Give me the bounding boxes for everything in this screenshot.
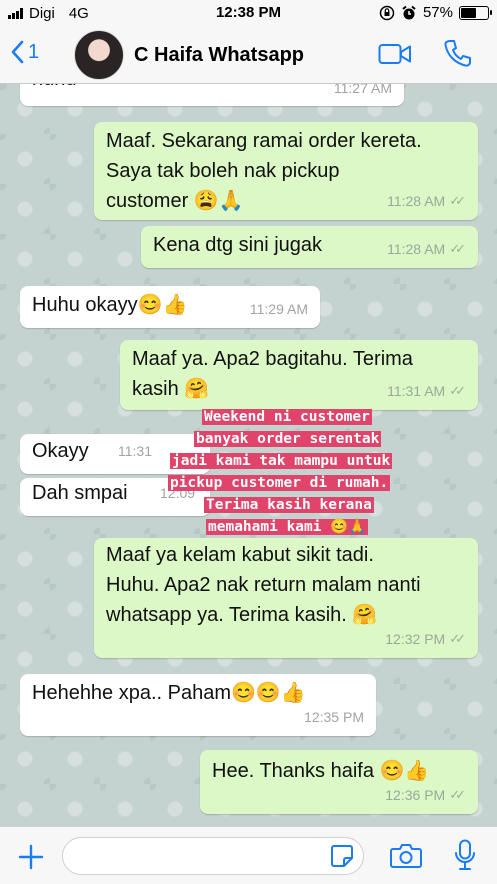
message-line: Huhu. Apa2 nak return malam nanti <box>106 574 421 596</box>
back-count: 1 <box>28 40 40 63</box>
message-time: 12:32 PM <box>385 631 446 647</box>
camera-icon[interactable] <box>390 843 422 869</box>
overlay-line: pickup customer di rumah. <box>168 475 391 491</box>
contact-name[interactable]: C Haifa Whatsapp <box>134 44 304 67</box>
read-ticks-icon: ✓✓ <box>449 787 466 802</box>
back-button[interactable]: 1 <box>10 40 39 64</box>
overlay-line: banyak order serentak <box>194 431 382 447</box>
overlay-line: memahami kami 😊🙏 <box>206 519 369 535</box>
chevron-left-icon <box>11 40 24 64</box>
message-time: 12:35 PM <box>304 709 364 725</box>
microphone-icon[interactable] <box>454 839 476 871</box>
avatar[interactable] <box>74 30 124 80</box>
sticker-icon[interactable] <box>330 844 354 868</box>
chat-area[interactable]: huhu 11:27 AM Maaf. Sekarang ramai order… <box>0 84 497 826</box>
input-bar <box>0 826 497 884</box>
chat-header: 1 C Haifa Whatsapp <box>0 26 497 84</box>
message-bubble-outgoing: Maaf ya kelam kabut sikit tadi. Huhu. Ap… <box>94 538 478 658</box>
message-input[interactable] <box>62 837 364 875</box>
overlay-line: jadi kami tak mampu untuk <box>170 453 393 469</box>
message-text: Hee. Thanks haifa 😊👍 <box>212 760 430 782</box>
battery-percent: 57% <box>422 4 453 21</box>
message-line: Maaf ya kelam kabut sikit tadi. <box>106 544 374 566</box>
alarm-icon <box>402 5 416 19</box>
message-time: 12:36 PM <box>385 787 446 803</box>
message-bubble-incoming: Hehehhe xpa.. Paham😊😊👍 12:35 PM <box>20 674 376 736</box>
overlay-line: Weekend ni customer <box>202 409 372 425</box>
plus-icon[interactable] <box>18 844 44 870</box>
overlay-note: Weekend ni customer banyak order serenta… <box>0 84 497 544</box>
battery-icon <box>459 5 492 20</box>
overlay-line: Terima kasih kerana <box>204 497 374 513</box>
orientation-lock-icon <box>379 5 395 20</box>
phone-call-icon[interactable] <box>444 39 472 69</box>
video-call-icon[interactable] <box>378 42 412 66</box>
message-text: Hehehhe xpa.. Paham😊😊👍 <box>32 682 306 704</box>
status-bar: Digi 4G 12:38 PM 57% <box>0 0 497 26</box>
message-bubble-outgoing: Hee. Thanks haifa 😊👍 12:36 PM ✓✓ <box>200 750 478 814</box>
read-ticks-icon: ✓✓ <box>449 631 466 646</box>
